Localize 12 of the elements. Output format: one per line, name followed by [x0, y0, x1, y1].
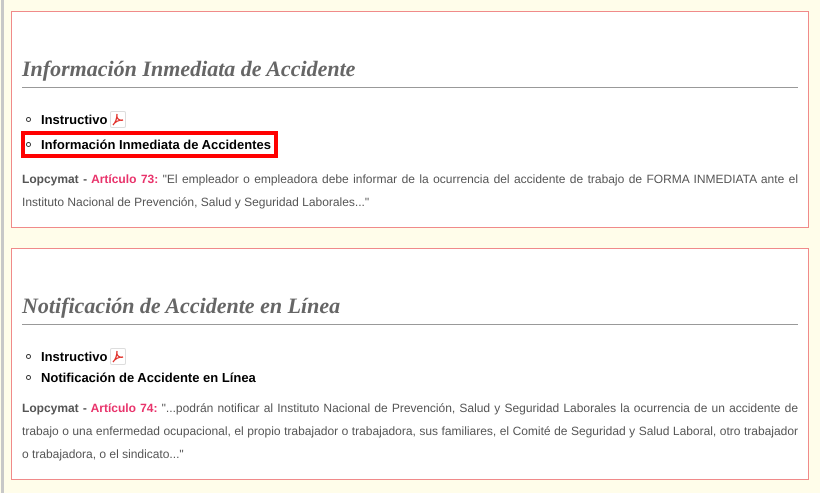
section-heading: Información Inmediata de Accidente: [22, 55, 798, 88]
document-link[interactable]: Información Inmediata de Accidentes: [41, 135, 271, 154]
document-link[interactable]: Instructivo: [41, 347, 108, 366]
bullet-icon: [26, 375, 31, 380]
bullet-icon: [26, 354, 31, 359]
law-paragraph: Lopcymat - Artículo 73: "El empleador o empleadora debe informar de la ocurrencia del accidente de trabajo de FORMA INMEDIATA ante el Instituto Nacional de Prevención, Salud y Seguridad Laborales...": [22, 171, 798, 211]
document-link[interactable]: Notificación de Accidente en Línea: [41, 368, 256, 387]
bullet-icon: [26, 142, 31, 147]
bullet-icon: [26, 117, 31, 122]
law-paragraph: Lopcymat - Artículo 74: "...podrán notificar al Instituto Nacional de Prevención, Salud y Seguridad Laborales la ocurrencia de un accidente de trabajo o una enfermedad ocupacional, el propio trabajador o trabajadora, sus familiares, el Comité de Seguridad y Salud Laboral, otro trabajador o trabajadora, o el sindicato...": [22, 400, 798, 463]
section-heading: Notificación de Accidente en Línea: [22, 292, 798, 325]
document-link[interactable]: Instructivo: [41, 110, 108, 129]
